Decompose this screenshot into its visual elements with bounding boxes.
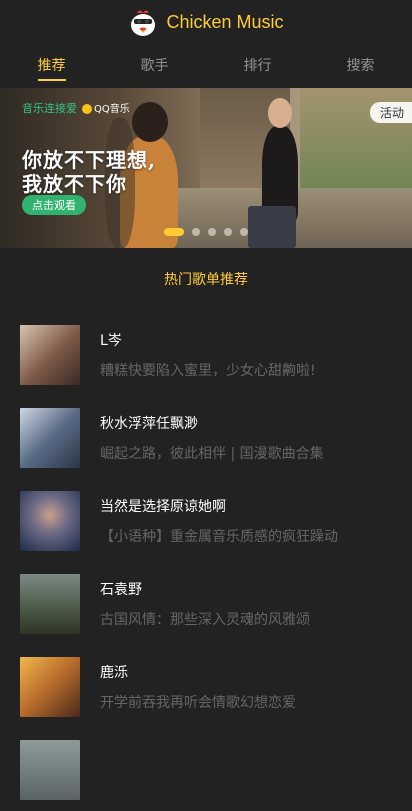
playlist-cover xyxy=(20,490,80,551)
qq-music-icon xyxy=(82,104,92,114)
playlist-cover xyxy=(20,407,80,468)
playlist-name: 鹿泺 xyxy=(100,664,128,681)
playlist-text: 鹿泺 开学前吞我再听会情歌幻想恋爱 xyxy=(100,662,392,712)
banner-headline-2: 我放不下你 xyxy=(22,172,127,196)
playlist-list: L岑 糟糕快要陷入蜜里，少女心甜齁啦! 秋水浮萍任飘渺 崛起之路，彼此相伴 | … xyxy=(0,313,412,811)
app-title: Chicken Music xyxy=(166,11,284,32)
playlist-cover xyxy=(20,324,80,385)
tab-rank[interactable]: 排行 xyxy=(206,44,309,88)
playlist-item[interactable]: L岑 糟糕快要陷入蜜里，少女心甜齁啦! xyxy=(20,313,392,396)
tab-search-label: 搜索 xyxy=(346,58,375,74)
banner-suitcase xyxy=(248,206,296,248)
banner-partner: QQ音乐 xyxy=(82,100,130,115)
playlist-desc: 【小语种】重金属音乐质感的疯狂躁动 xyxy=(100,528,338,545)
banner-slider[interactable]: 音乐连接爱 QQ音乐 你放不下理想, 我放不下你 点击观看 活动 xyxy=(0,88,412,248)
playlist-name: 石袁野 xyxy=(100,581,142,598)
playlist-cover xyxy=(20,656,80,717)
tab-rank-label: 排行 xyxy=(243,58,272,74)
slider-dot[interactable] xyxy=(192,228,200,236)
slider-dots xyxy=(0,228,412,236)
banner-partner-label: QQ音乐 xyxy=(94,104,130,115)
playlist-text: 秋水浮萍任飘渺 崛起之路，彼此相伴 | 国漫歌曲合集 xyxy=(100,413,392,463)
playlist-item[interactable]: 石袁野 古国风情：那些深入灵魂的风雅颂 xyxy=(20,562,392,645)
slider-dot[interactable] xyxy=(224,228,232,236)
watch-button[interactable]: 点击观看 xyxy=(22,195,86,215)
playlist-item[interactable]: 当然是选择原谅她啊 【小语种】重金属音乐质感的疯狂躁动 xyxy=(20,479,392,562)
tab-recommend[interactable]: 推荐 xyxy=(0,44,103,88)
section-title: 热门歌单推荐 xyxy=(164,272,248,288)
slider-dot[interactable] xyxy=(208,228,216,236)
tab-singer[interactable]: 歌手 xyxy=(103,44,206,88)
playlist-name: 秋水浮萍任飘渺 xyxy=(100,415,198,432)
banner-person-man-head xyxy=(268,98,292,128)
playlist-item[interactable] xyxy=(20,728,392,811)
app-header: Chicken Music xyxy=(0,0,412,44)
slider-dot[interactable] xyxy=(164,228,184,236)
playlist-desc: 开学前吞我再听会情歌幻想恋爱 xyxy=(100,694,296,711)
playlist-desc: 古国风情：那些深入灵魂的风雅颂 xyxy=(100,611,310,628)
banner-brand: 音乐连接爱 xyxy=(22,102,77,115)
playlist-desc: 崛起之路，彼此相伴 | 国漫歌曲合集 xyxy=(100,445,324,462)
banner-person-woman-head xyxy=(132,102,168,142)
playlist-cover xyxy=(20,573,80,634)
event-badge: 活动 xyxy=(369,102,412,123)
tab-bar: 推荐 歌手 排行 搜索 xyxy=(0,44,412,88)
tab-singer-label: 歌手 xyxy=(140,58,169,74)
playlist-cover xyxy=(20,739,80,800)
tab-recommend-label: 推荐 xyxy=(37,58,66,81)
playlist-name: 当然是选择原谅她啊 xyxy=(100,498,226,515)
playlist-item[interactable]: 秋水浮萍任飘渺 崛起之路，彼此相伴 | 国漫歌曲合集 xyxy=(20,396,392,479)
tab-search[interactable]: 搜索 xyxy=(309,44,412,88)
slider-dot[interactable] xyxy=(240,228,248,236)
playlist-desc: 糟糕快要陷入蜜里，少女心甜齁啦! xyxy=(100,362,316,379)
playlist-item[interactable]: 鹿泺 开学前吞我再听会情歌幻想恋爱 xyxy=(20,645,392,728)
playlist-name: L岑 xyxy=(100,332,122,349)
playlist-text: L岑 糟糕快要陷入蜜里，少女心甜齁啦! xyxy=(100,330,392,380)
playlist-text: 当然是选择原谅她啊 【小语种】重金属音乐质感的疯狂躁动 xyxy=(100,496,392,546)
playlist-text: 石袁野 古国风情：那些深入灵魂的风雅颂 xyxy=(100,579,392,629)
chicken-logo-icon xyxy=(128,7,158,37)
